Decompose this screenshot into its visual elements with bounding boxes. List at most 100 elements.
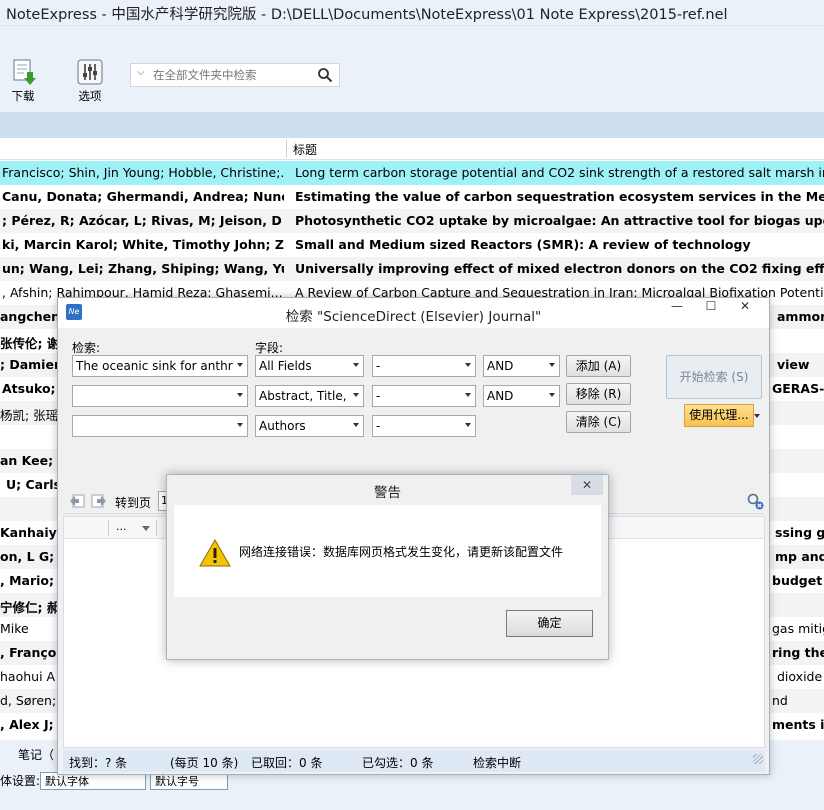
goto-page-label: 转到页 <box>115 496 152 510</box>
logic-select-1[interactable]: AND <box>483 355 560 377</box>
row-title-fragment: mp and i <box>775 549 824 564</box>
clear-conditions-button[interactable]: 清除 (C) <box>566 411 631 433</box>
start-search-button[interactable]: 开始检索 (S) <box>666 355 762 399</box>
options-button[interactable]: 选项 <box>69 58 111 104</box>
row-authors: un; Wang, Lei; Zhang, Shiping; Wang, Yua… <box>2 261 284 276</box>
operator-select-2[interactable]: - <box>372 385 476 407</box>
chevron-down-icon <box>237 393 243 397</box>
column-separator[interactable] <box>108 520 109 536</box>
reference-row[interactable]: Canu, Donata; Ghermandi, Andrea; Nunes, … <box>0 185 824 209</box>
operator-value: - <box>376 389 381 403</box>
row-authors-fragment: Atsuko; <box>2 381 56 396</box>
field-value: Abstract, Title, <box>259 389 347 403</box>
row-authors-fragment: 杨凯; 张瑶; <box>0 408 63 423</box>
row-authors: ; Pérez, R; Azócar, L; Rivas, M; Jeison,… <box>2 213 282 228</box>
logic-select-2[interactable]: AND <box>483 385 560 407</box>
proxy-dropdown-chevron-icon[interactable] <box>754 414 760 418</box>
field-select-2[interactable]: Abstract, Title, <box>255 385 364 407</box>
resize-grip-icon[interactable] <box>753 754 763 764</box>
row-authors-fragment: 张传伦; 谢 <box>0 336 60 351</box>
row-authors: ki, Marcin Karol; White, Timothy John; Z… <box>2 237 284 252</box>
search-term-combo-1[interactable]: The oceanic sink for anthr <box>72 355 248 377</box>
sort-chevron-icon[interactable] <box>142 526 150 531</box>
chevron-down-icon <box>353 363 359 367</box>
row-authors-fragment: angchen <box>0 309 60 324</box>
row-authors-fragment: d, Søren; <box>0 693 57 708</box>
search-scope-chevron-icon[interactable]: ⌵ <box>137 67 145 78</box>
previous-page-icon[interactable] <box>69 494 85 508</box>
maximize-icon[interactable]: ☐ <box>696 299 726 319</box>
row-title-fragment: ammon <box>777 309 824 324</box>
minimize-icon[interactable]: — <box>662 299 692 319</box>
column-separator[interactable] <box>156 520 157 536</box>
chevron-down-icon <box>549 363 555 367</box>
chevron-down-icon <box>353 393 359 397</box>
close-icon[interactable]: ✕ <box>571 475 603 495</box>
chevron-down-icon <box>237 423 243 427</box>
warning-dialog-body: 网络连接错误：数据库网页格式发生变化，请更新该配置文件 <box>174 505 601 597</box>
reference-row[interactable]: un; Wang, Lei; Zhang, Shiping; Wang, Yua… <box>0 257 824 281</box>
row-title-fragment: dioxide <box>777 669 823 684</box>
field-label: 字段: <box>255 341 284 355</box>
search-term-label: 检索: <box>72 341 101 355</box>
search-state: 检索中断 <box>473 756 522 770</box>
results-column-header[interactable]: ... <box>116 520 127 533</box>
search-settings-icon[interactable] <box>746 492 764 510</box>
column-header-title[interactable]: 标题 <box>293 141 317 158</box>
options-icon <box>77 59 103 85</box>
notes-tab[interactable]: 笔记（ <box>18 746 54 763</box>
download-button[interactable]: 下载 <box>2 58 44 104</box>
row-authors-fragment: Mike <box>0 621 29 636</box>
reference-row[interactable]: ; Pérez, R; Azócar, L; Rivas, M; Jeison,… <box>0 209 824 233</box>
row-title-fragment: budget <box>772 573 823 588</box>
row-title: Estimating the value of carbon sequestra… <box>295 189 824 204</box>
row-title-fragment: ments in <box>772 717 824 732</box>
reference-row[interactable]: ki, Marcin Karol; White, Timothy John; Z… <box>0 233 824 257</box>
reference-list-header: 标题 <box>0 138 824 160</box>
row-title-fragment: GERAS-C <box>772 381 824 396</box>
row-title-fragment: ring the <box>772 645 824 660</box>
row-title-fragment: nd <box>772 693 788 708</box>
download-icon <box>13 59 36 85</box>
global-search-input[interactable] <box>153 67 313 83</box>
next-page-icon[interactable] <box>91 494 107 508</box>
field-select-3[interactable]: Authors <box>255 415 364 437</box>
use-proxy-button[interactable]: 使用代理... <box>684 404 754 427</box>
warning-message: 网络连接错误：数据库网页格式发生变化，请更新该配置文件 <box>239 545 564 559</box>
row-authors-fragment: haohui A <box>0 669 56 684</box>
font-setting-label: 体设置: <box>0 774 41 788</box>
found-count: 找到：? 条 <box>69 756 128 770</box>
retrieved-count: 已取回：0 条 <box>251 756 323 770</box>
search-term-combo-3[interactable] <box>72 415 248 437</box>
ok-button[interactable]: 确定 <box>506 610 593 637</box>
close-icon[interactable]: ✕ <box>730 299 760 319</box>
row-title: Universally improving effect of mixed el… <box>295 261 824 276</box>
row-authors-fragment: 宁修仁; 郝 <box>0 600 60 615</box>
search-icon[interactable] <box>317 67 333 83</box>
search-term-value: The oceanic sink for anthr <box>76 359 233 373</box>
operator-select-1[interactable]: - <box>372 355 476 377</box>
remove-condition-button[interactable]: 移除 (R) <box>566 383 631 405</box>
row-authors: Francisco; Shin, Jin Young; Hobble, Chri… <box>2 165 284 180</box>
warning-icon <box>199 538 231 567</box>
chevron-down-icon <box>465 423 471 427</box>
per-page-count: (每页 10 条) <box>170 756 239 770</box>
search-status-bar: 找到：? 条 (每页 10 条) 已取回：0 条 已勾选：0 条 检索中断 <box>63 750 765 772</box>
global-search-box[interactable]: ⌵ <box>130 63 340 87</box>
row-authors-fragment: U; Carls <box>6 477 61 492</box>
operator-select-3[interactable]: - <box>372 415 476 437</box>
field-select-1[interactable]: All Fields <box>255 355 364 377</box>
column-separator[interactable] <box>286 140 287 158</box>
chevron-down-icon <box>465 363 471 367</box>
search-dialog-title-bar: Ne 检索 "ScienceDirect (Elsevier) Journal"… <box>58 298 769 328</box>
chevron-down-icon <box>465 393 471 397</box>
row-title-fragment: view <box>777 357 810 372</box>
add-condition-button[interactable]: 添加 (A) <box>566 355 631 377</box>
search-term-combo-2[interactable] <box>72 385 248 407</box>
main-toolbar: 下载 选项 ⌵ <box>0 26 824 112</box>
row-authors-fragment: , Mario; <box>0 573 55 588</box>
reference-row[interactable]: Francisco; Shin, Jin Young; Hobble, Chri… <box>0 161 824 185</box>
warning-dialog-title: 警告 <box>374 485 401 501</box>
row-title: Small and Medium sized Reactors (SMR): A… <box>295 237 751 252</box>
row-authors: Canu, Donata; Ghermandi, Andrea; Nunes, <box>2 189 284 204</box>
